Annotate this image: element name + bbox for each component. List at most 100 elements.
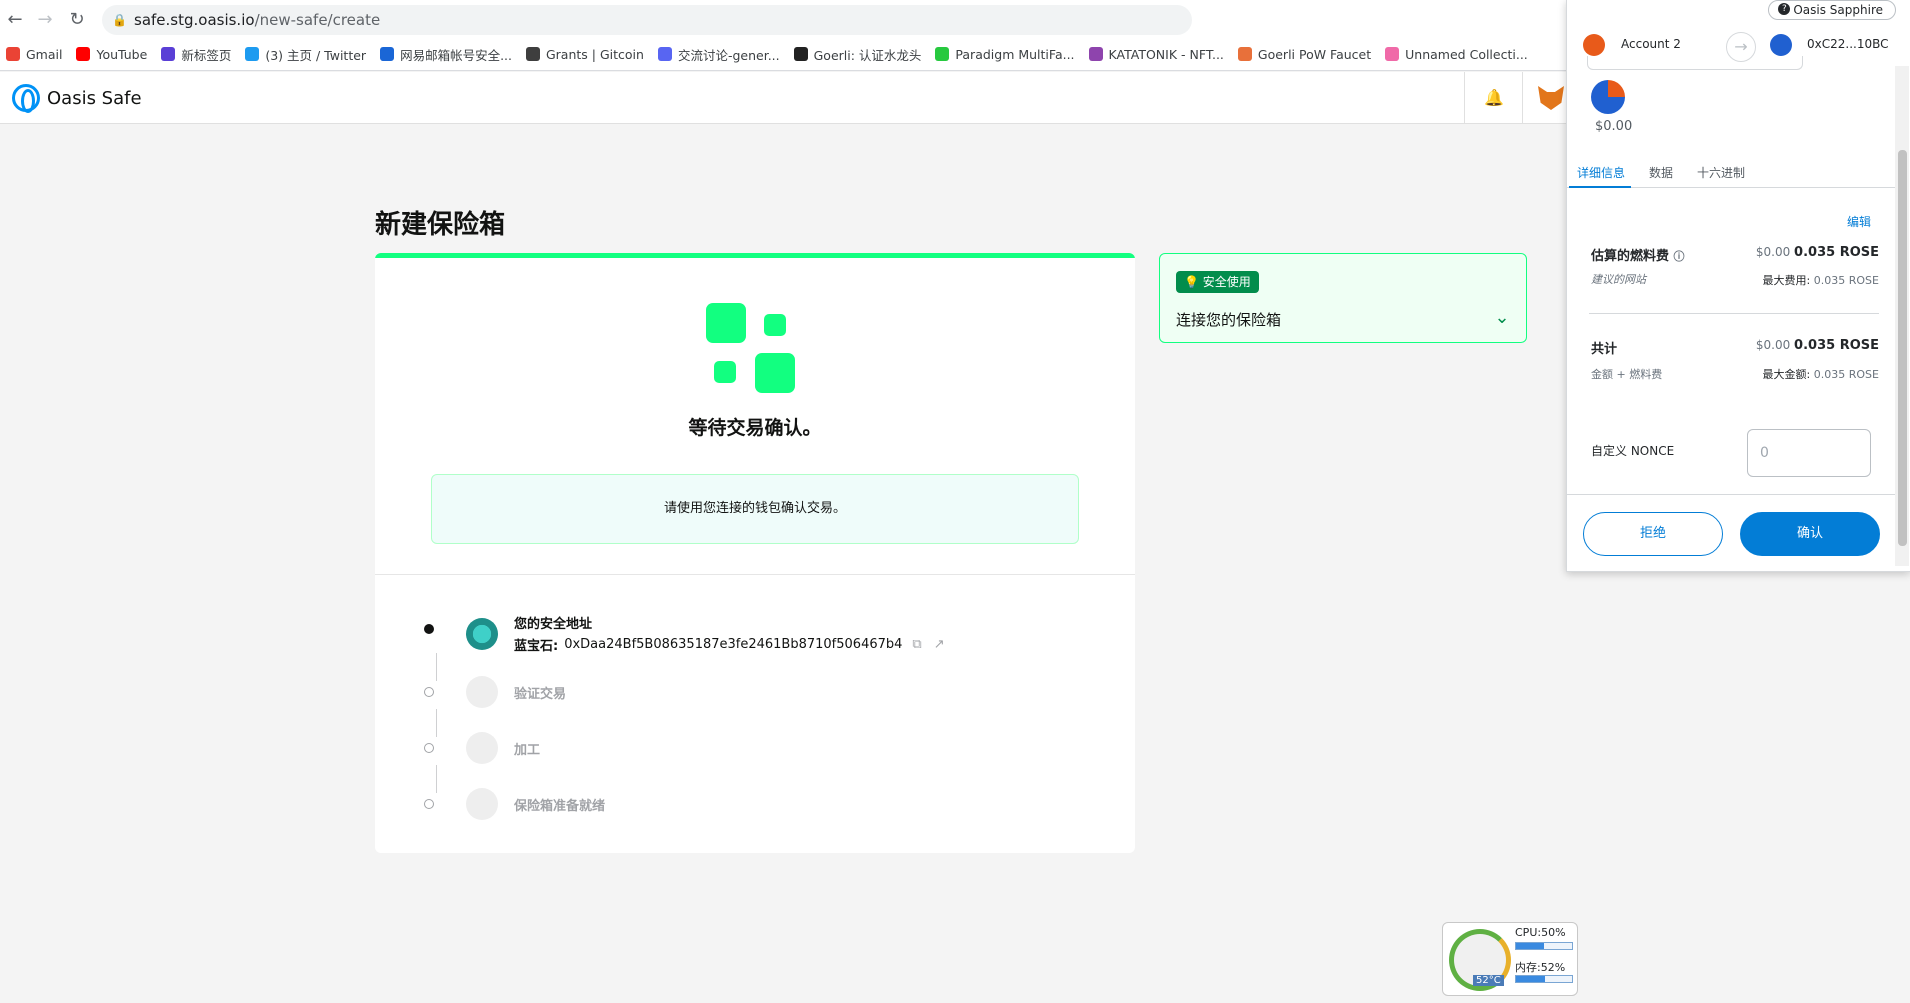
network-prefix: 蓝宝石:	[514, 639, 559, 654]
bookmark-item[interactable]: 新标签页	[161, 45, 231, 64]
active-tab-indicator	[1569, 186, 1631, 188]
bookmark-item[interactable]: 网易邮箱帐号安全...	[380, 45, 512, 64]
bookmark-favicon-icon	[657, 47, 672, 61]
bookmark-label: Grants | Gitcoin	[545, 46, 644, 62]
reject-button[interactable]: 拒绝	[1583, 512, 1723, 556]
bookmark-item[interactable]: YouTube	[76, 47, 147, 62]
bookmark-item[interactable]: Grants | Gitcoin	[525, 46, 644, 62]
badge-label: 安全使用	[1202, 275, 1251, 289]
safety-tip-title: 连接您的保险箱	[1176, 311, 1282, 329]
step-avatar-placeholder	[466, 676, 498, 708]
step-dot	[424, 687, 434, 697]
bell-icon[interactable]: 🔔	[1482, 86, 1506, 110]
step-dot	[424, 799, 434, 809]
est-fee-usd: $0.00	[1755, 245, 1791, 259]
oasis-logo-icon	[12, 84, 40, 113]
forward-icon[interactable]: →	[34, 9, 56, 31]
nonce-input[interactable]: 0	[1747, 429, 1871, 477]
bookmark-item[interactable]: 交流讨论-gener...	[657, 45, 780, 64]
app-name: Oasis Safe	[47, 87, 142, 109]
system-monitor-widget[interactable]: 52°C CPU:50% 内存:52%	[1442, 922, 1578, 996]
step-avatar-placeholder	[466, 788, 498, 820]
safety-tip-accordion[interactable]: 💡 安全使用 连接您的保险箱 ⌄	[1159, 253, 1527, 343]
est-fee-rose: 0.035 ROSE	[1794, 245, 1879, 260]
bookmark-item[interactable]: Paradigm MultiFa...	[935, 47, 1075, 62]
to-account-avatar	[1770, 34, 1792, 56]
bookmark-item[interactable]: (3) 主页 / Twitter	[245, 45, 366, 64]
oasis-logo[interactable]: Oasis Safe	[12, 84, 142, 113]
est-fee-label: 估算的燃料费 ⓘ	[1591, 245, 1685, 264]
step-ready: 保险箱准备就绪	[424, 788, 606, 820]
bookmark-item[interactable]: KATATONIK - NFT...	[1088, 47, 1224, 62]
bookmark-item[interactable]: Goerli PoW Faucet	[1237, 46, 1372, 62]
bookmark-favicon-icon	[525, 47, 540, 61]
back-icon[interactable]: ←	[4, 9, 26, 31]
bookmark-favicon-icon	[935, 47, 950, 61]
memory-bar	[1515, 975, 1573, 983]
page-title: 新建保险箱	[375, 210, 506, 240]
nonce-label: 自定义 NONCE	[1591, 444, 1675, 458]
total-label: 共计	[1591, 342, 1618, 357]
header-divider	[1522, 72, 1523, 124]
metamask-fox-icon[interactable]	[1538, 86, 1564, 110]
header-divider	[1464, 72, 1465, 124]
suggested-by-site: 建议的网站	[1591, 273, 1646, 286]
safe-avatar	[466, 617, 498, 650]
bookmark-item[interactable]: Unnamed Collecti...	[1385, 47, 1528, 62]
max-fee-value: 0.035 ROSE	[1813, 274, 1879, 287]
progress-bar	[375, 253, 1135, 258]
bookmark-favicon-icon	[245, 47, 260, 61]
address-bar[interactable]: 🔒 safe.stg.oasis.io/new-safe/create	[102, 5, 1192, 35]
metamask-popup: Oasis Sapphire Account 2 → 0xC22...10BC …	[1566, 0, 1910, 572]
from-account-name: Account 2	[1621, 37, 1681, 51]
bookmark-favicon-icon	[793, 47, 808, 61]
footer-divider	[1567, 494, 1895, 495]
confirm-button[interactable]: 确认	[1740, 512, 1880, 556]
bookmark-label: 交流讨论-gener...	[677, 47, 780, 63]
info-icon[interactable]: ⓘ	[1674, 250, 1685, 263]
chevron-down-icon[interactable]: ⌄	[1490, 306, 1514, 330]
amount-plus-fee: 金额 + 燃料费	[1591, 368, 1663, 381]
external-link-icon[interactable]: ↗	[934, 637, 945, 652]
reload-icon[interactable]: ↻	[66, 9, 88, 31]
transfer-amount: $0.00	[1595, 119, 1633, 134]
bookmark-item[interactable]: Goerli: 认证水龙头	[793, 45, 922, 64]
bookmark-label: Unnamed Collecti...	[1405, 46, 1528, 62]
info-message: 请使用您连接的钱包确认交易。	[431, 474, 1079, 544]
step-processing: 加工	[424, 732, 540, 764]
network-selector[interactable]: Oasis Sapphire	[1768, 0, 1896, 20]
bookmark-label: (3) 主页 / Twitter	[265, 47, 367, 63]
bookmark-favicon-icon	[6, 47, 20, 61]
safety-tip-badge: 💡 安全使用	[1176, 271, 1259, 293]
lock-icon: 🔒	[112, 13, 127, 27]
token-icon	[1591, 80, 1625, 114]
scrollbar-thumb[interactable]	[1898, 150, 1907, 546]
bookmark-label: Goerli: 认证水龙头	[813, 47, 922, 63]
step-title: 保险箱准备就绪	[514, 798, 606, 814]
total-rose: 0.035 ROSE	[1794, 338, 1879, 353]
max-fee-label: 最大费用:	[1762, 274, 1811, 287]
step-title: 您的安全地址	[514, 617, 593, 632]
bookmark-label: Goerli PoW Faucet	[1257, 46, 1372, 62]
bookmark-item[interactable]: Gmail	[6, 47, 62, 62]
safe-address: 0xDaa24Bf5B08635187e3fe2461Bb8710f506467…	[564, 637, 903, 652]
total-usd: $0.00	[1755, 338, 1791, 352]
bookmark-favicon-icon	[76, 47, 91, 61]
url-path: /new-safe/create	[254, 11, 381, 29]
cpu-bar-fill	[1516, 943, 1544, 949]
waiting-text: 等待交易确认。	[688, 417, 822, 439]
bookmark-favicon-icon	[1385, 47, 1400, 61]
copy-icon[interactable]: ⧉	[912, 637, 921, 652]
memory-bar-fill	[1516, 976, 1546, 982]
tx-tabs: 详细信息 数据 十六进制	[1567, 154, 1895, 188]
bookmark-favicon-icon	[1237, 47, 1252, 61]
create-safe-card: 等待交易确认。 请使用您连接的钱包确认交易。 您的安全地址 蓝宝石: 0xDaa…	[375, 253, 1135, 853]
tab-data[interactable]: 数据	[1649, 164, 1673, 181]
cpu-bar	[1515, 942, 1573, 950]
bookmark-label: 网易邮箱帐号安全...	[400, 47, 512, 63]
scrollbar[interactable]	[1895, 66, 1909, 566]
to-address[interactable]: 0xC22...10BC	[1807, 37, 1889, 51]
edit-fee-link[interactable]: 编辑	[1847, 213, 1871, 230]
tab-details[interactable]: 详细信息	[1577, 164, 1625, 181]
tab-hex[interactable]: 十六进制	[1697, 164, 1745, 181]
